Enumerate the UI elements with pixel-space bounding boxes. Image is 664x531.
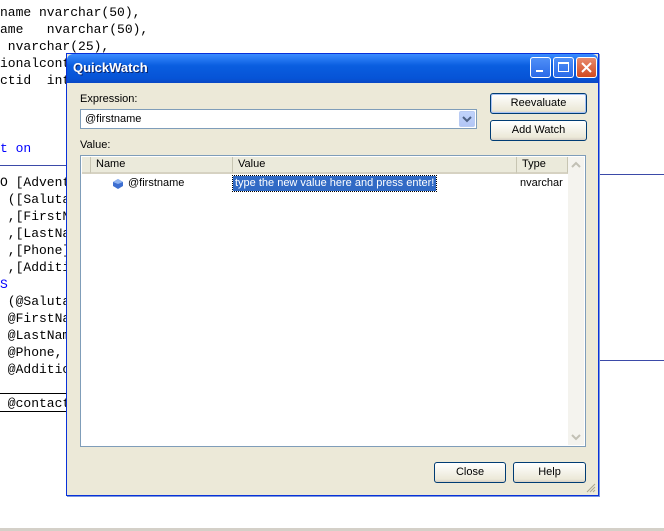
expression-dropdown-button[interactable] [459, 111, 475, 127]
code-line: ctid int [0, 73, 71, 88]
value-edit-field[interactable]: type the new value here and press enter! [231, 175, 438, 192]
add-watch-button[interactable]: Add Watch [490, 120, 587, 141]
code-line: @Phone, [0, 345, 71, 360]
code-line: ,[Phone] [0, 243, 71, 258]
code-line: ionalcont [0, 56, 71, 71]
minimize-button[interactable] [530, 57, 551, 78]
row-type: nvarchar [520, 177, 563, 189]
code-line: @Additio [0, 362, 71, 377]
chevron-down-icon [462, 116, 472, 123]
column-header-value[interactable]: Value [233, 157, 517, 174]
help-button[interactable]: Help [513, 462, 586, 483]
code-line: @LastNam [0, 328, 71, 343]
dialog-title: QuickWatch [73, 60, 148, 75]
maximize-button[interactable] [553, 57, 574, 78]
expression-combo[interactable]: @firstname [80, 109, 477, 129]
code-line: ame nvarchar(50), [0, 22, 149, 37]
reevaluate-button[interactable]: Reevaluate [490, 93, 587, 114]
code-line: ,[FirstN [0, 209, 71, 224]
close-button[interactable]: Close [434, 462, 506, 483]
variable-icon [113, 179, 123, 189]
divider [599, 360, 664, 361]
vertical-scrollbar[interactable] [568, 157, 584, 445]
code-line: O [Advent [0, 175, 71, 190]
code-line: ,[LastNa [0, 226, 71, 241]
code-line: (@Saluta [0, 294, 71, 309]
scroll-down-icon[interactable] [568, 429, 584, 445]
code-line: @FirstNa [0, 311, 71, 326]
quickwatch-dialog: QuickWatch Expression: @firstname Reeval… [66, 53, 599, 496]
title-bar[interactable]: QuickWatch [67, 54, 598, 83]
row-name: @firstname [128, 177, 185, 189]
column-header-name[interactable]: Name [91, 157, 233, 174]
resize-grip-icon[interactable] [586, 483, 596, 493]
value-grid[interactable]: Name Value Type @firstname type the new … [80, 155, 586, 447]
divider [0, 411, 66, 412]
expression-label: Expression: [80, 93, 138, 105]
minimize-icon [536, 70, 543, 72]
close-window-button[interactable] [576, 57, 597, 78]
divider [0, 165, 66, 166]
scroll-up-icon[interactable] [568, 157, 584, 173]
code-line: name nvarchar(50), [0, 5, 141, 20]
expression-value[interactable]: @firstname [85, 113, 141, 125]
divider [0, 393, 66, 394]
code-line: ,[Additi [0, 260, 71, 275]
code-line: ([Saluta [0, 192, 71, 207]
maximize-icon [558, 62, 569, 72]
close-icon [581, 62, 592, 73]
code-line: t on [0, 141, 32, 156]
divider [599, 174, 664, 175]
code-line: @contact [0, 396, 71, 411]
code-line: S [0, 277, 8, 292]
column-header-type[interactable]: Type [517, 157, 568, 174]
grid-corner [82, 157, 91, 174]
value-label: Value: [80, 139, 111, 151]
